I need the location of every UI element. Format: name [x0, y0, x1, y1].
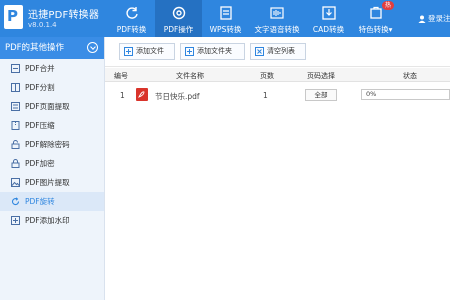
add-folder-icon	[185, 47, 194, 56]
image-icon	[11, 178, 20, 187]
sidebar-item-label: PDF图片提取	[25, 178, 70, 187]
sidebar-item-label: PDF旋转	[25, 197, 55, 206]
sidebar-item-label: PDF页面提取	[25, 102, 70, 111]
sidebar-item-label: PDF压缩	[25, 121, 55, 130]
nav-tab-cad-convert[interactable]: CAD转换	[305, 0, 352, 37]
nav-tab-text-speech[interactable]: 文字语音转换	[249, 0, 305, 37]
hot-badge: 热	[382, 1, 395, 10]
column-header-pages: 页数	[260, 72, 274, 80]
nav-tab-label: WPS转换	[209, 25, 242, 34]
sidebar-header-label: PDF的其他操作	[5, 43, 65, 53]
table-row[interactable]: 1 节日快乐.pdf 1 全部 0%	[105, 84, 450, 106]
column-header-status: 状态	[403, 72, 417, 80]
nav-tab-pdf-operations[interactable]: PDF操作	[155, 0, 202, 37]
nav-tab-label: CAD转换	[312, 25, 345, 34]
feature-icon	[369, 6, 382, 19]
nav-tab-pdf-convert[interactable]: PDF转换	[108, 0, 155, 37]
split-icon	[11, 83, 20, 92]
file-name: 节日快乐.pdf	[155, 92, 200, 101]
add-file-button[interactable]: 添加文件	[119, 43, 175, 60]
sidebar-item-pdf-watermark[interactable]: PDF添加水印	[0, 211, 104, 230]
sidebar-item-label: PDF加密	[25, 159, 55, 168]
nav-tab-wps-convert[interactable]: WPS转换	[202, 0, 249, 37]
add-folder-label: 添加文件夹	[197, 47, 232, 55]
download-box-icon	[321, 6, 336, 20]
nav-tab-label: PDF转换	[116, 25, 147, 34]
title-bar: P 迅捷PDF转换器 v8.0.1.4 PDF转换 PDF操作 WPS转换 文字…	[0, 0, 450, 37]
column-header-range: 页码选择	[307, 72, 335, 80]
sidebar-item-pdf-encrypt[interactable]: PDF加密	[0, 154, 104, 173]
column-header-name: 文件名称	[176, 72, 204, 80]
document-convert-icon	[219, 6, 232, 20]
sidebar-item-pdf-compress[interactable]: PDF压缩	[0, 116, 104, 135]
sidebar-item-pdf-split[interactable]: PDF分割	[0, 78, 104, 97]
file-table-header: 编号 文件名称 页数 页码选择 状态	[105, 68, 450, 82]
page-count: 1	[263, 91, 268, 100]
nav-tab-label: 特色转换▾	[358, 25, 393, 34]
audio-wave-icon	[270, 7, 284, 19]
progress-text: 0%	[366, 90, 377, 98]
sidebar-item-label: PDF分割	[25, 83, 55, 92]
watermark-icon	[11, 216, 20, 225]
column-header-index: 编号	[114, 72, 128, 80]
app-logo-icon: P	[4, 5, 23, 29]
sidebar-menu: PDF合并 PDF分割 PDF页面提取 PDF压缩 PDF解除密码 PDF加密 …	[0, 59, 104, 230]
sidebar-item-pdf-remove-password[interactable]: PDF解除密码	[0, 135, 104, 154]
clear-list-label: 清空列表	[267, 47, 295, 55]
conversion-progress-bar: 0%	[361, 89, 450, 100]
sidebar-item-pdf-page-extract[interactable]: PDF页面提取	[0, 97, 104, 116]
sidebar: PDF的其他操作 PDF合并 PDF分割 PDF页面提取 PDF压缩 PDF解除…	[0, 37, 105, 300]
pdf-file-icon	[136, 88, 148, 101]
nav-tab-featured-convert[interactable]: 热 特色转换▾	[352, 0, 399, 37]
add-file-label: 添加文件	[136, 47, 164, 55]
sidebar-item-pdf-image-extract[interactable]: PDF图片提取	[0, 173, 104, 192]
page-range-select[interactable]: 全部	[305, 89, 337, 101]
refresh-icon	[125, 7, 138, 19]
sidebar-item-pdf-merge[interactable]: PDF合并	[0, 59, 104, 78]
user-icon	[418, 15, 426, 23]
collapse-chevron-icon[interactable]	[87, 42, 98, 53]
extract-icon	[11, 102, 20, 111]
sidebar-item-label: PDF合并	[25, 64, 55, 73]
rotate-icon	[12, 197, 20, 206]
merge-icon	[11, 64, 20, 73]
sidebar-header[interactable]: PDF的其他操作	[0, 37, 104, 59]
nav-tab-label: 文字语音转换	[254, 25, 300, 34]
compress-icon	[11, 121, 20, 130]
clear-list-icon	[255, 47, 264, 56]
sidebar-item-label: PDF添加水印	[25, 216, 70, 225]
clear-list-button[interactable]: 清空列表	[250, 43, 306, 60]
main-nav: PDF转换 PDF操作 WPS转换 文字语音转换 CAD转换 热 特色转换▾	[108, 0, 399, 37]
row-index: 1	[120, 91, 125, 100]
add-file-icon	[124, 47, 133, 56]
nav-tab-label: PDF操作	[163, 25, 194, 34]
toolbar: 添加文件 添加文件夹 清空列表	[105, 37, 450, 67]
gear-icon	[172, 6, 185, 20]
app-title: 迅捷PDF转换器	[28, 10, 100, 21]
sidebar-item-pdf-rotate[interactable]: PDF旋转	[0, 192, 104, 211]
app-version: v8.0.1.4	[28, 21, 57, 29]
add-folder-button[interactable]: 添加文件夹	[180, 43, 245, 60]
lock-icon	[11, 159, 20, 168]
unlock-icon	[11, 140, 20, 149]
login-label: 登录注	[428, 14, 450, 23]
sidebar-item-label: PDF解除密码	[25, 140, 70, 149]
login-register-button[interactable]: 登录注	[418, 13, 450, 24]
